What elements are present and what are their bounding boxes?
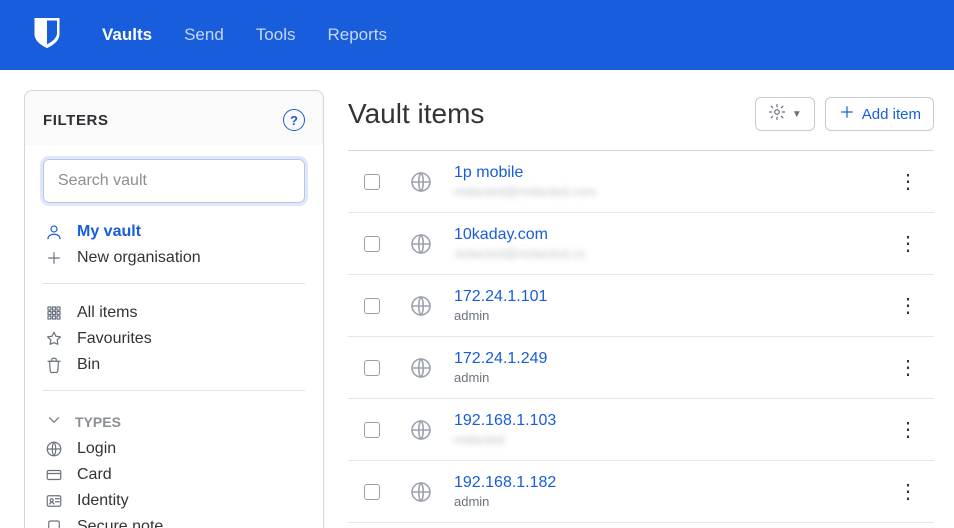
vault-item-list: 1p mobileredacted@redacted.com⋮10kaday.c… <box>348 151 934 523</box>
nav-vaults[interactable]: Vaults <box>102 25 152 45</box>
nav-send[interactable]: Send <box>184 25 224 45</box>
sidebar-item-bin[interactable]: Bin <box>43 352 305 378</box>
star-icon <box>43 330 65 348</box>
search-input[interactable] <box>43 159 305 203</box>
nav-tools[interactable]: Tools <box>256 25 296 45</box>
plus-icon <box>838 103 856 125</box>
card-icon <box>43 466 65 484</box>
item-menu-button[interactable]: ⋮ <box>892 228 924 260</box>
sidebar-item-label: New organisation <box>77 249 201 267</box>
primary-nav: Vaults Send Tools Reports <box>102 25 387 45</box>
plus-icon <box>43 249 65 267</box>
item-menu-button[interactable]: ⋮ <box>892 352 924 384</box>
id-icon <box>43 492 65 510</box>
sidebar-item-label: My vault <box>77 223 141 241</box>
globe-icon <box>408 417 434 443</box>
types-heading[interactable]: TYPES <box>43 407 305 436</box>
item-menu-button[interactable]: ⋮ <box>892 290 924 322</box>
sidebar-item-my-vault[interactable]: My vault <box>43 219 305 245</box>
chevron-down-icon <box>43 411 65 432</box>
globe-icon <box>408 231 434 257</box>
select-checkbox[interactable] <box>364 298 380 314</box>
caret-down-icon: ▼ <box>792 109 802 120</box>
item-title[interactable]: 192.168.1.182 <box>454 474 892 492</box>
item-menu-button[interactable]: ⋮ <box>892 476 924 508</box>
item-subtitle: redacted@redacted.co <box>454 246 892 261</box>
select-checkbox[interactable] <box>364 484 380 500</box>
vault-item-row: 172.24.1.249 admin⋮ <box>348 337 934 399</box>
sidebar-item-all[interactable]: All items <box>43 300 305 326</box>
sidebar-item-label: Favourites <box>77 330 152 348</box>
vault-item-row: 192.168.1.103 redacted⋮ <box>348 399 934 461</box>
note-icon <box>43 518 65 528</box>
filters-title: FILTERS <box>43 112 109 129</box>
type-login[interactable]: Login <box>43 436 305 462</box>
page-title: Vault items <box>348 98 484 130</box>
vault-item-row: 1p mobile redacted@redacted.com⋮ <box>348 151 934 213</box>
globe-icon <box>43 440 65 458</box>
type-card[interactable]: Card <box>43 462 305 488</box>
filters-panel: FILTERS ? My vault N <box>24 90 324 528</box>
select-checkbox[interactable] <box>364 422 380 438</box>
sidebar-item-label: Bin <box>77 356 100 374</box>
item-title[interactable]: 172.24.1.249 <box>454 350 892 368</box>
help-icon[interactable]: ? <box>283 109 305 131</box>
nav-reports[interactable]: Reports <box>327 25 387 45</box>
add-item-button[interactable]: Add item <box>825 97 934 131</box>
add-item-label: Add item <box>862 106 921 123</box>
sidebar-item-label: All items <box>77 304 137 322</box>
item-subtitle: admin <box>454 494 892 509</box>
sidebar-item-label: Identity <box>77 492 129 510</box>
sidebar-item-label: Card <box>77 466 112 484</box>
app-logo <box>32 15 62 56</box>
select-checkbox[interactable] <box>364 174 380 190</box>
select-checkbox[interactable] <box>364 360 380 376</box>
top-nav: Vaults Send Tools Reports <box>0 0 954 70</box>
globe-icon <box>408 479 434 505</box>
types-heading-label: TYPES <box>75 414 121 430</box>
main-content: Vault items ▼ Add item 1p mobile redacted… <box>324 70 954 528</box>
item-subtitle: redacted@redacted.com <box>454 184 892 199</box>
user-icon <box>43 223 65 241</box>
item-menu-button[interactable]: ⋮ <box>892 166 924 198</box>
item-subtitle: admin <box>454 370 892 385</box>
type-identity[interactable]: Identity <box>43 488 305 514</box>
item-subtitle: redacted <box>454 432 892 447</box>
sidebar-item-label: Secure note <box>77 518 163 528</box>
globe-icon <box>408 293 434 319</box>
item-subtitle: admin <box>454 308 892 323</box>
gear-icon <box>768 103 786 125</box>
sidebar-item-new-org[interactable]: New organisation <box>43 245 305 271</box>
item-title[interactable]: 1p mobile <box>454 164 892 182</box>
item-title[interactable]: 10kaday.com <box>454 226 892 244</box>
item-title[interactable]: 172.24.1.101 <box>454 288 892 306</box>
trash-icon <box>43 356 65 374</box>
globe-icon <box>408 355 434 381</box>
settings-dropdown[interactable]: ▼ <box>755 97 815 131</box>
type-secure-note[interactable]: Secure note <box>43 514 305 528</box>
vault-item-row: 10kaday.com redacted@redacted.co⋮ <box>348 213 934 275</box>
item-menu-button[interactable]: ⋮ <box>892 414 924 446</box>
item-title[interactable]: 192.168.1.103 <box>454 412 892 430</box>
sidebar-item-favourites[interactable]: Favourites <box>43 326 305 352</box>
globe-icon <box>408 169 434 195</box>
sidebar-item-label: Login <box>77 440 116 458</box>
grid-icon <box>43 304 65 322</box>
select-checkbox[interactable] <box>364 236 380 252</box>
vault-item-row: 192.168.1.182 admin⋮ <box>348 461 934 523</box>
vault-item-row: 172.24.1.101 admin⋮ <box>348 275 934 337</box>
